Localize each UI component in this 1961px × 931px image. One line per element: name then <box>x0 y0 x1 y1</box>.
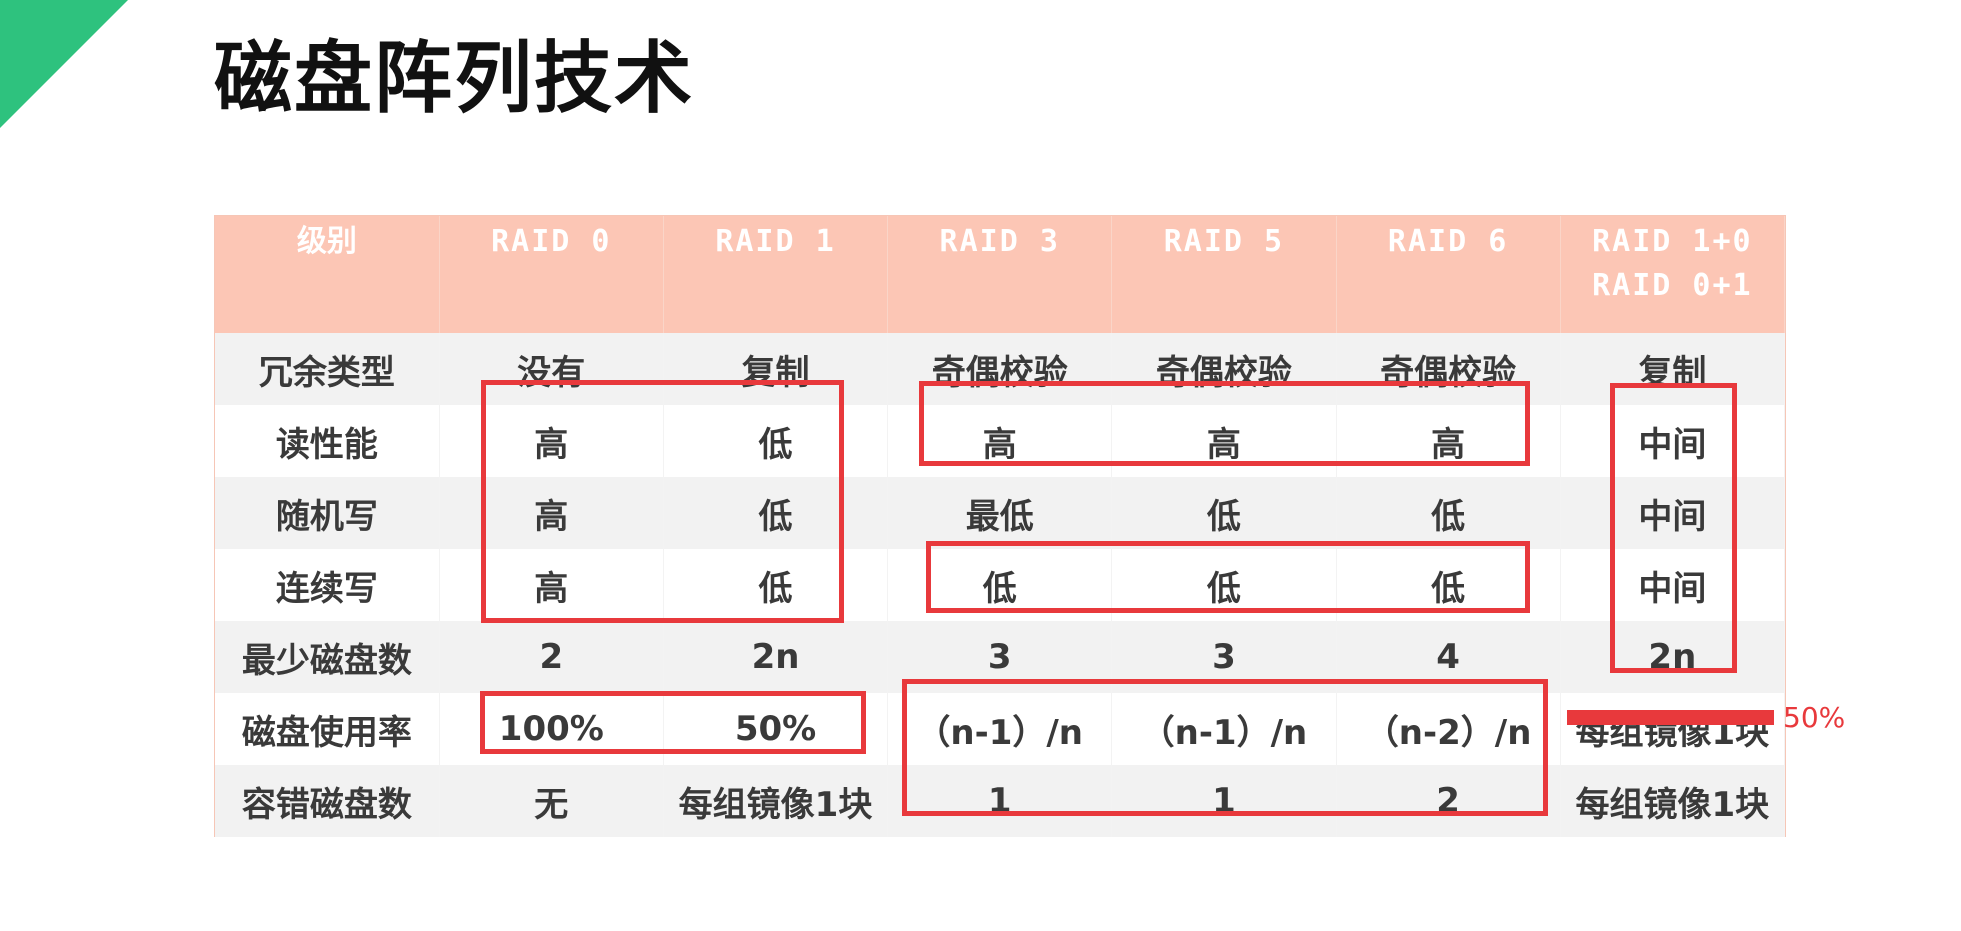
table-cell: 中间 <box>1560 549 1786 621</box>
table-cell: 3 <box>887 621 1113 693</box>
table-cell: 2 <box>1336 765 1561 837</box>
table-cell: （n-1）/n <box>1111 693 1337 765</box>
table-cell: 低 <box>663 405 889 477</box>
header-cell-raid5: RAID 5 <box>1111 216 1337 333</box>
table-cell: 中间 <box>1560 477 1786 549</box>
header-cell-level: 级别 <box>215 216 440 333</box>
page-title: 磁盘阵列技术 <box>214 34 695 124</box>
table-row: 冗余类型 没有 复制 奇偶校验 奇偶校验 奇偶校验 复制 <box>215 333 1786 405</box>
table-cell: 1 <box>887 765 1113 837</box>
header-cell-raid6: RAID 6 <box>1336 216 1561 333</box>
table-cell: 低 <box>1336 477 1561 549</box>
header-cell-raid1: RAID 1 <box>663 216 889 333</box>
table-cell: 高 <box>439 405 664 477</box>
table-cell: 每组镜像1块 <box>663 765 889 837</box>
table-cell: 复制 <box>1560 333 1786 405</box>
table-cell: 2n <box>1560 621 1786 693</box>
table-cell: 4 <box>1336 621 1561 693</box>
table-row: 连续写高低低低低中间 <box>215 549 1786 621</box>
row-label-cell: 容错磁盘数 <box>215 765 440 837</box>
corrected-usage-note: 50% <box>1783 701 1846 734</box>
table-cell: 50% <box>663 693 889 765</box>
table-cell: 低 <box>1336 549 1561 621</box>
table-cell: 没有 <box>439 333 664 405</box>
table-cell: 高 <box>1336 405 1561 477</box>
table-cell: （n-1）/n <box>887 693 1113 765</box>
header-cell-raid0: RAID 0 <box>439 216 664 333</box>
strikethrough-mark <box>1567 710 1774 725</box>
table-cell: 2 <box>439 621 664 693</box>
table-cell: 复制 <box>663 333 889 405</box>
header-cell-raid10: RAID 1+0 RAID 0+1 <box>1560 216 1786 333</box>
table-cell: 高 <box>887 405 1113 477</box>
row-label-cell: 读性能 <box>215 405 440 477</box>
table-cell: 高 <box>1111 405 1337 477</box>
table-cell: 中间 <box>1560 405 1786 477</box>
table-cell: 最低 <box>887 477 1113 549</box>
table-cell: 低 <box>663 477 889 549</box>
table-cell: 低 <box>1111 549 1337 621</box>
table-header-row: 级别 RAID 0 RAID 1 RAID 3 RAID 5 RAID 6 RA… <box>215 216 1786 333</box>
row-label-cell: 随机写 <box>215 477 440 549</box>
raid-comparison-table: 级别 RAID 0 RAID 1 RAID 3 RAID 5 RAID 6 RA… <box>214 215 1786 837</box>
table-cell: 奇偶校验 <box>887 333 1113 405</box>
table-cell: 高 <box>439 477 664 549</box>
table-cell: 低 <box>663 549 889 621</box>
row-label-cell: 最少磁盘数 <box>215 621 440 693</box>
row-label-cell: 连续写 <box>215 549 440 621</box>
table-cell: 低 <box>887 549 1113 621</box>
table-cell: （n-2）/n <box>1336 693 1561 765</box>
table-cell: 3 <box>1111 621 1337 693</box>
table-cell: 1 <box>1111 765 1337 837</box>
row-label-cell: 冗余类型 <box>215 333 440 405</box>
header-cell-raid3: RAID 3 <box>887 216 1113 333</box>
table-cell: 无 <box>439 765 664 837</box>
table-cell: 每组镜像1块 <box>1560 693 1786 765</box>
table-row: 随机写高低最低低低中间 <box>215 477 1786 549</box>
table-cell: 奇偶校验 <box>1111 333 1337 405</box>
corner-accent <box>0 0 128 128</box>
table-cell: 2n <box>663 621 889 693</box>
table-cell: 每组镜像1块 <box>1560 765 1786 837</box>
row-label-cell: 磁盘使用率 <box>215 693 440 765</box>
table-cell: 低 <box>1111 477 1337 549</box>
table-cell: 100% <box>439 693 664 765</box>
table-row: 读性能高低高高高中间 <box>215 405 1786 477</box>
table-row: 最少磁盘数 2 2n 3 3 4 2n <box>215 621 1786 693</box>
table-cell: 奇偶校验 <box>1336 333 1561 405</box>
table-row: 磁盘使用率 100% 50% （n-1）/n （n-1）/n （n-2）/n 每组镜像1块 <box>215 693 1786 765</box>
table-row: 容错磁盘数无每组镜像1块 1 1 2 每组镜像1块 <box>215 765 1786 837</box>
table-cell: 高 <box>439 549 664 621</box>
